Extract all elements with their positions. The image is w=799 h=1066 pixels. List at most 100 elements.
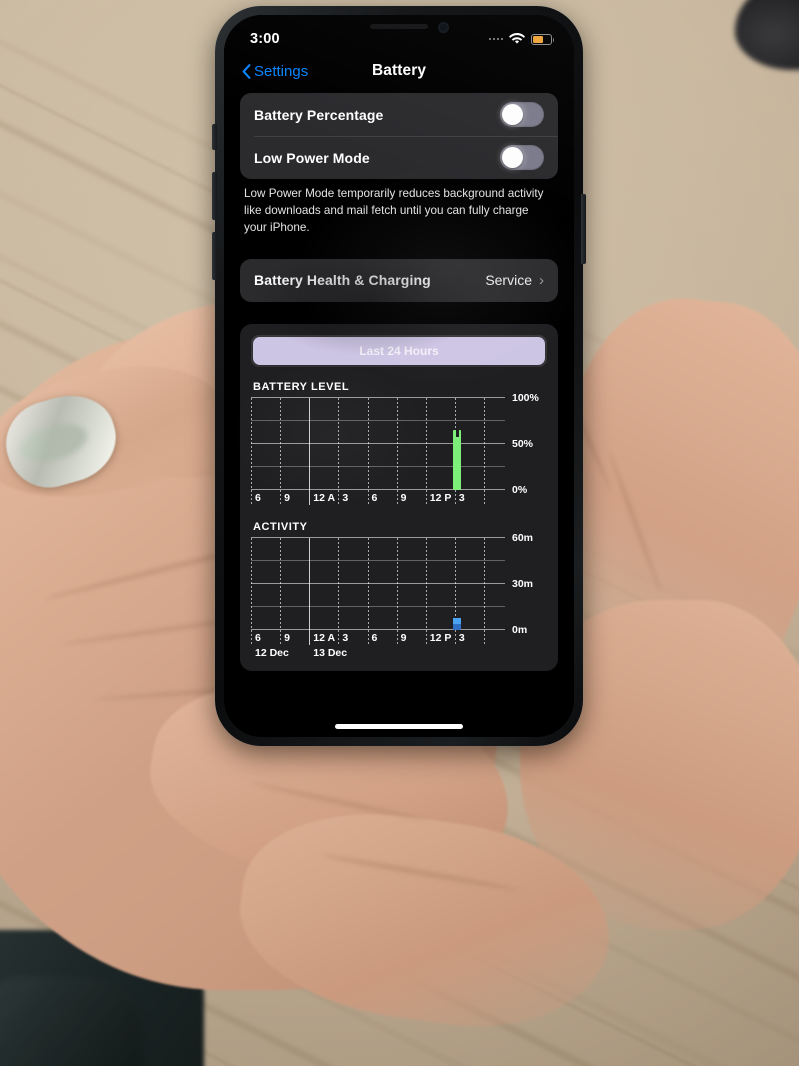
- toggles-group: Battery Percentage Low Power Mode: [240, 93, 558, 179]
- chart-x-axis-label: 3: [458, 491, 465, 504]
- battery-health-value: Service: [485, 272, 532, 289]
- chart-y-axis-label: 100%: [512, 391, 539, 404]
- chart-gridline-vertical: [484, 397, 486, 490]
- status-time: 3:00: [250, 31, 280, 47]
- battery-usage-card: Last 24 Hours BATTERY LEVEL 0% 50% 100% 6 9…: [240, 323, 558, 671]
- battery-level-chart: BATTERY LEVEL 0% 50% 100% 6 9 12 A 3 6 9 12 P 3: [251, 381, 547, 507]
- chart-date-label: 13 Dec: [313, 646, 348, 659]
- segment-last-24-hours[interactable]: Last 24 Hours: [253, 336, 545, 365]
- chart-x-axis-tick: [251, 489, 252, 505]
- chart-gridline-vertical: [425, 397, 427, 490]
- row-battery-percentage[interactable]: Battery Percentage: [240, 93, 558, 136]
- chart-y-axis-label: 0%: [512, 483, 528, 496]
- power-button[interactable]: [581, 194, 586, 264]
- chart-x-axis-label: 12 A: [313, 491, 336, 504]
- chart-x-axis-label: 3: [342, 491, 349, 504]
- chart-bar-notch: [456, 430, 460, 438]
- chart-date-label: 12 Dec: [255, 646, 289, 659]
- chart-x-axis-tick: [367, 629, 369, 645]
- chart-gridline-horizontal: [251, 582, 505, 584]
- chart-x-axis-label: 9: [400, 491, 407, 504]
- chart-x-axis-label: 3: [458, 631, 465, 644]
- chart-gridline-horizontal: [251, 419, 505, 421]
- chart-x-axis-label: 6: [255, 491, 261, 504]
- chart-x-axis-tick: [454, 489, 456, 505]
- chart-gridline-horizontal: [251, 605, 505, 607]
- chart-x-axis-label: 12 P: [429, 491, 452, 504]
- phone-bezel: 3:00 Battery Settings Battery Percentage…: [224, 15, 574, 737]
- low-power-mode-toggle[interactable]: [500, 145, 544, 170]
- chart-gridline-vertical: [484, 537, 486, 630]
- chart-x-axis-label: 6: [255, 631, 261, 644]
- battery-percentage-toggle[interactable]: [500, 102, 544, 127]
- chart-x-axis-tick: [280, 629, 282, 645]
- settings-content: Battery Percentage Low Power Mode Low Po…: [224, 93, 574, 737]
- chart-gridline-horizontal: [251, 536, 505, 538]
- chart-bar: [452, 430, 461, 490]
- chart-gridline-vertical: [338, 397, 340, 490]
- chart-x-axis-label: 9: [400, 631, 407, 644]
- chart-gridline-vertical: [425, 537, 427, 630]
- notch: [324, 15, 474, 41]
- chart-gridline-vertical: [367, 537, 369, 630]
- home-indicator[interactable]: [335, 724, 463, 729]
- activity-x-axis: 6 9 12 A 3 6 9 12 P 3: [251, 629, 505, 647]
- cellular-dots-icon: [488, 37, 503, 41]
- chart-gridline-horizontal: [251, 559, 505, 561]
- chart-x-axis-tick: [425, 489, 427, 505]
- chart-x-axis-label: 6: [371, 491, 378, 504]
- chart-gridline-vertical: [280, 397, 282, 490]
- earpiece-speaker-icon: [370, 24, 428, 29]
- chart-y-axis-label: 30m: [512, 577, 534, 590]
- chart-x-axis-tick: [338, 629, 340, 645]
- time-range-segmented-control[interactable]: Last 24 Hours: [251, 334, 547, 367]
- front-camera-icon: [438, 22, 449, 33]
- chart-gridline-vertical: [309, 397, 311, 490]
- volume-up-button[interactable]: [212, 172, 217, 220]
- row-battery-health-charging[interactable]: Battery Health & Charging Service ›: [240, 259, 558, 302]
- row-label: Battery Percentage: [254, 106, 384, 123]
- row-label: Low Power Mode: [254, 149, 370, 166]
- chevron-right-icon: ›: [539, 271, 544, 289]
- chart-gridline-horizontal: [251, 465, 505, 467]
- chart-y-axis-label: 60m: [512, 531, 534, 544]
- chart-x-axis-label: 12 A: [313, 631, 336, 644]
- chart-y-axis-label: 0m: [512, 623, 528, 636]
- dark-object-bottom-left: [0, 930, 204, 1066]
- battery-level-gridlines: 0% 50% 100%: [251, 392, 539, 496]
- volume-down-button[interactable]: [212, 232, 217, 280]
- activity-chart: ACTIVITY 0m 30m 60m 6 9 12 A 3 6 9 12 P3 12 Dec 1…: [251, 521, 547, 662]
- chart-gridline-horizontal: [251, 396, 505, 398]
- chart-x-axis-tick: [484, 489, 486, 505]
- wifi-icon: [509, 33, 525, 45]
- chart-x-axis-label: 6: [371, 631, 378, 644]
- row-label: Battery Health & Charging: [254, 272, 431, 289]
- chart-gridline-vertical: [309, 537, 311, 630]
- chart-x-axis-tick: [367, 489, 369, 505]
- row-low-power-mode[interactable]: Low Power Mode: [240, 136, 558, 179]
- silent-switch[interactable]: [212, 124, 217, 150]
- chart-x-axis-tick: [309, 489, 311, 505]
- chart-gridline-vertical: [396, 537, 398, 630]
- toggle-knob: [502, 147, 523, 168]
- chart-gridline-vertical: [280, 537, 282, 630]
- chart-x-axis-tick: [338, 489, 340, 505]
- chart-x-axis-tick: [425, 629, 427, 645]
- chart-bar: [452, 617, 461, 630]
- chevron-left-icon: [242, 63, 251, 79]
- chart-x-axis-tick: [396, 629, 398, 645]
- chart-gridline-vertical: [251, 397, 252, 490]
- chart-x-axis-label: 9: [284, 631, 290, 644]
- chart-gridline-vertical: [454, 537, 456, 630]
- battery-level-chart-title: BATTERY LEVEL: [253, 380, 350, 393]
- chart-gridline-horizontal: [251, 442, 505, 444]
- chart-gridline-vertical: [338, 537, 340, 630]
- activity-date-labels: 12 Dec 13 Dec: [251, 647, 505, 662]
- battery-health-group: Battery Health & Charging Service ›: [240, 258, 558, 302]
- chart-x-axis-tick: [309, 629, 311, 645]
- chart-x-axis-tick: [280, 489, 282, 505]
- activity-chart-title: ACTIVITY: [253, 520, 308, 533]
- back-button[interactable]: Settings: [242, 63, 308, 80]
- chart-gridline-vertical: [251, 537, 252, 630]
- chart-x-axis-label: 9: [284, 491, 290, 504]
